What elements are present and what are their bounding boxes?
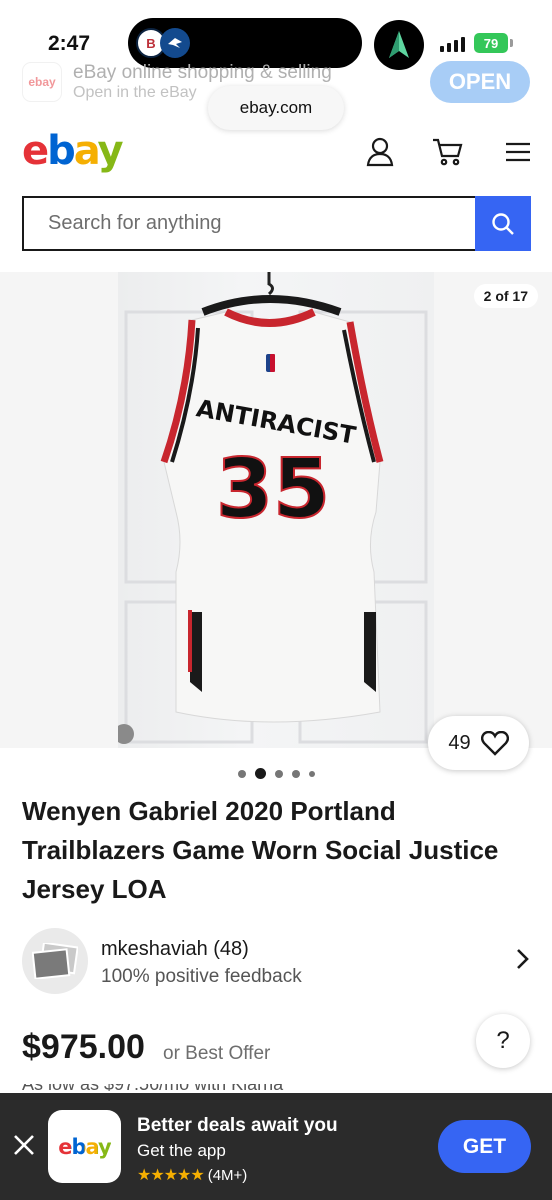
heart-icon (480, 730, 509, 756)
blue-jays-logo-icon (160, 28, 190, 58)
pagination-dot[interactable] (237, 769, 246, 778)
status-bar: 2:47 B 79 (0, 0, 552, 70)
account-icon[interactable] (364, 136, 396, 168)
seller-avatar (22, 928, 88, 994)
logo-letter-y: y (97, 128, 124, 174)
image-counter: 2 of 17 (473, 284, 538, 308)
listing-title: Wenyen Gabriel 2020 Portland Trailblazer… (22, 796, 499, 904)
app-bar-subtitle: Get the app (137, 1141, 226, 1160)
search-icon (492, 212, 514, 235)
menu-icon[interactable] (502, 136, 534, 168)
app-icon-text: ebay (58, 1134, 111, 1159)
logo-letter-a: a (73, 128, 100, 174)
seller-name[interactable]: mkeshaviah (48) (101, 938, 249, 961)
open-app-button[interactable]: OPEN (430, 61, 530, 103)
cart-icon[interactable] (432, 136, 464, 168)
status-time: 2:47 (48, 32, 91, 55)
live-activity-logos: B (136, 28, 190, 58)
listing-photo[interactable]: ANTIRACIST 35 (118, 272, 434, 748)
image-gallery[interactable]: ANTIRACIST 35 2 of 17 (0, 272, 552, 748)
battery-tip (510, 39, 513, 47)
jersey-photo-drawing: ANTIRACIST 35 (118, 272, 428, 744)
pagination-dot-active[interactable] (254, 768, 266, 779)
banner-title: eBay online shopping & selling (73, 62, 332, 83)
pagination-dot[interactable] (308, 770, 315, 777)
get-app-bar: ebay Better deals await you Get the app … (0, 1093, 552, 1200)
photo-placeholder-icon (32, 943, 78, 979)
help-button[interactable]: ? (476, 1014, 530, 1068)
logo-letter-b: b (47, 128, 76, 174)
ebay-logo[interactable]: ebay (22, 128, 124, 174)
jersey-number-text: 35 (216, 442, 330, 537)
watch-button[interactable]: 49 (428, 716, 529, 770)
battery-icon: 79 (474, 33, 508, 53)
get-app-button[interactable]: GET (438, 1120, 531, 1173)
chevron-right-icon[interactable] (516, 948, 530, 970)
gallery-pagination[interactable] (0, 768, 552, 779)
close-icon[interactable] (12, 1133, 36, 1157)
site-header: ebay (0, 120, 552, 186)
search-bar (22, 196, 531, 251)
ebay-app-icon: ebay (48, 1110, 121, 1183)
cellular-signal-icon (440, 36, 465, 52)
banner-subtitle: Open in the eBay (73, 84, 197, 101)
pagination-dot[interactable] (291, 769, 300, 778)
seller-info[interactable]: mkeshaviah (48) 100% positive feedback (22, 928, 532, 996)
star-rating-icon: ★★★★★ (137, 1167, 205, 1184)
ebay-app-icon: ebay (22, 62, 62, 102)
rating-count: (4M+) (207, 1166, 248, 1184)
watch-count: 49 (448, 731, 471, 754)
app-bar-title: Better deals await you (137, 1115, 338, 1136)
pagination-dot[interactable] (274, 769, 283, 778)
price: $975.00 (22, 1028, 145, 1066)
app-rating: ★★★★★ (4M+) (137, 1165, 247, 1185)
seller-feedback: 100% positive feedback (101, 966, 302, 987)
banner-icon-text: ebay (28, 75, 56, 89)
best-offer-label: or Best Offer (163, 1043, 271, 1064)
logo-letter-e: e (22, 128, 49, 174)
search-input[interactable] (22, 196, 475, 251)
search-button[interactable] (475, 196, 531, 251)
